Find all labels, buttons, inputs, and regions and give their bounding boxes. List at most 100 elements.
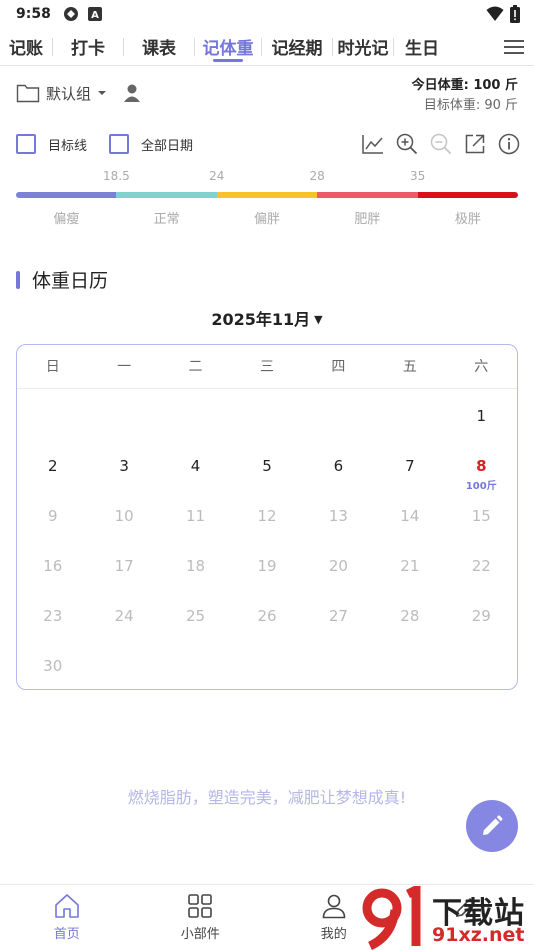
bmi-category: 偏瘦 <box>53 212 80 227</box>
menu-button[interactable] <box>494 28 534 66</box>
calendar-day[interactable]: 12 <box>231 493 302 543</box>
calendar-day[interactable]: 13 <box>303 493 374 543</box>
day-number: 6 <box>333 457 344 475</box>
calendar-day[interactable]: 14 <box>374 493 445 543</box>
bmi-category: 肥胖 <box>354 212 381 227</box>
calendar-empty-cell <box>88 393 159 443</box>
zoom-in-icon <box>396 133 418 155</box>
calendar-empty-cell <box>374 393 445 443</box>
bmi-ticks: 18.5 24 28 35 <box>16 166 518 186</box>
day-number: 18 <box>186 557 206 575</box>
calendar-day[interactable]: 26 <box>231 593 302 643</box>
day-number: 22 <box>471 557 491 575</box>
calendar-day[interactable]: 6 <box>303 443 374 493</box>
day-number: 30 <box>43 657 63 675</box>
calendar-day[interactable]: 9 <box>17 493 88 543</box>
calendar-day[interactable]: 10 <box>88 493 159 543</box>
calendar-day[interactable]: 3 <box>88 443 159 493</box>
nav-label: 小部件 <box>180 927 220 942</box>
day-number: 8 <box>476 457 487 475</box>
calendar-day[interactable]: 22 <box>446 543 517 593</box>
day-number: 27 <box>328 607 348 625</box>
tab-period[interactable]: 记经期 <box>262 28 332 66</box>
day-number: 17 <box>114 557 134 575</box>
trend-chart-button[interactable] <box>362 133 384 155</box>
weekday-label: 日 <box>45 359 60 375</box>
wifi-icon <box>486 6 504 21</box>
calendar-day[interactable]: 5 <box>231 443 302 493</box>
calendar-day[interactable]: 18 <box>160 543 231 593</box>
calendar-day[interactable]: 7 <box>374 443 445 493</box>
tab-checkin[interactable]: 打卡 <box>53 28 123 66</box>
day-number: 15 <box>471 507 491 525</box>
nav-label: 我的 <box>320 927 347 942</box>
target-weight: 目标体重: 90 斤 <box>423 98 518 113</box>
weekday-label: 一 <box>117 359 132 375</box>
day-number: 25 <box>186 607 206 625</box>
nav-label: 首页 <box>53 927 80 942</box>
target-line-label: 目标线 <box>48 138 88 154</box>
calendar-day[interactable]: 2 <box>17 443 88 493</box>
day-number: 4 <box>190 457 201 475</box>
zoom-in-button[interactable] <box>396 133 418 155</box>
motivational-slogan: 燃烧脂肪，塑造完美，减肥让梦想成真! <box>127 788 407 807</box>
tab-schedule[interactable]: 课表 <box>124 28 194 66</box>
calendar-day[interactable]: 23 <box>17 593 88 643</box>
profile-icon <box>322 894 346 919</box>
notification-a-icon: A <box>87 7 102 21</box>
bmi-color-bar <box>16 192 518 198</box>
sync-icon <box>63 7 78 21</box>
tab-birthday[interactable]: 生日 <box>394 28 450 66</box>
tab-weight[interactable]: 记体重 <box>195 28 261 66</box>
group-row: 默认组 今日体重: 100 斤 目标体重: 90 斤 <box>16 72 518 118</box>
all-dates-checkbox[interactable] <box>109 134 130 154</box>
add-record-fab[interactable] <box>466 800 518 852</box>
share-button[interactable] <box>464 133 486 155</box>
calendar-day[interactable]: 20 <box>303 543 374 593</box>
zoom-out-button[interactable] <box>430 133 452 155</box>
menu-icon <box>504 39 524 54</box>
calendar-day[interactable]: 11 <box>160 493 231 543</box>
calendar-day[interactable]: 30 <box>17 643 88 693</box>
day-number: 5 <box>262 457 272 475</box>
tab-bookkeeping[interactable]: 记账 <box>0 28 52 66</box>
day-number: 28 <box>400 607 420 625</box>
bmi-categories: 偏瘦 正常 偏胖 肥胖 极胖 <box>16 208 518 227</box>
calendar-day[interactable]: 1 <box>446 393 517 443</box>
calendar-empty-cell <box>303 393 374 443</box>
caret-down-icon: ▼ <box>314 313 323 326</box>
calendar-day[interactable]: 19 <box>231 543 302 593</box>
calendar-day-today[interactable]: 8 100斤 <box>446 443 517 493</box>
person-icon[interactable] <box>121 82 143 104</box>
calendar-day[interactable]: 29 <box>446 593 517 643</box>
group-selector[interactable]: 默认组 <box>16 82 143 104</box>
day-number: 12 <box>257 507 277 525</box>
calendar-day[interactable]: 17 <box>88 543 159 593</box>
calendar-day[interactable]: 27 <box>303 593 374 643</box>
chart-options-row: 目标线 全部日期 <box>16 128 520 160</box>
weight-summary: 今日体重: 100 斤 目标体重: 90 斤 <box>412 76 518 116</box>
calendar-day[interactable]: 4 <box>160 443 231 493</box>
nav-home[interactable]: 首页 <box>0 885 134 950</box>
bmi-tick: 18.5 <box>103 169 130 183</box>
calendar-day[interactable]: 16 <box>17 543 88 593</box>
bmi-segment-underweight <box>16 192 117 198</box>
weekday-label: 三 <box>259 359 274 375</box>
calendar-day[interactable]: 28 <box>374 593 445 643</box>
calendar-day[interactable]: 15 <box>446 493 517 543</box>
info-button[interactable] <box>498 133 520 155</box>
month-selector[interactable]: 2025年11月 ▼ <box>0 306 534 330</box>
day-number: 9 <box>47 507 58 525</box>
day-number: 26 <box>257 607 277 625</box>
calendar-day[interactable]: 25 <box>160 593 231 643</box>
bmi-segment-severe <box>417 192 518 198</box>
status-time: 9:58 <box>16 6 51 22</box>
tab-time-journal[interactable]: 时光记 <box>333 28 393 66</box>
calendar-grid: 1 2 3 4 5 6 7 8 100斤 9 10 11 12 13 14 15 16 17 18 19 20 21 22 2… <box>17 389 517 693</box>
calendar-day[interactable]: 24 <box>88 593 159 643</box>
home-icon <box>54 894 79 918</box>
nav-widgets[interactable]: 小部件 <box>134 885 268 950</box>
weekday-header: 日 一 二 三 四 五 六 <box>17 345 517 389</box>
calendar-day[interactable]: 21 <box>374 543 445 593</box>
target-line-checkbox[interactable] <box>16 134 36 154</box>
